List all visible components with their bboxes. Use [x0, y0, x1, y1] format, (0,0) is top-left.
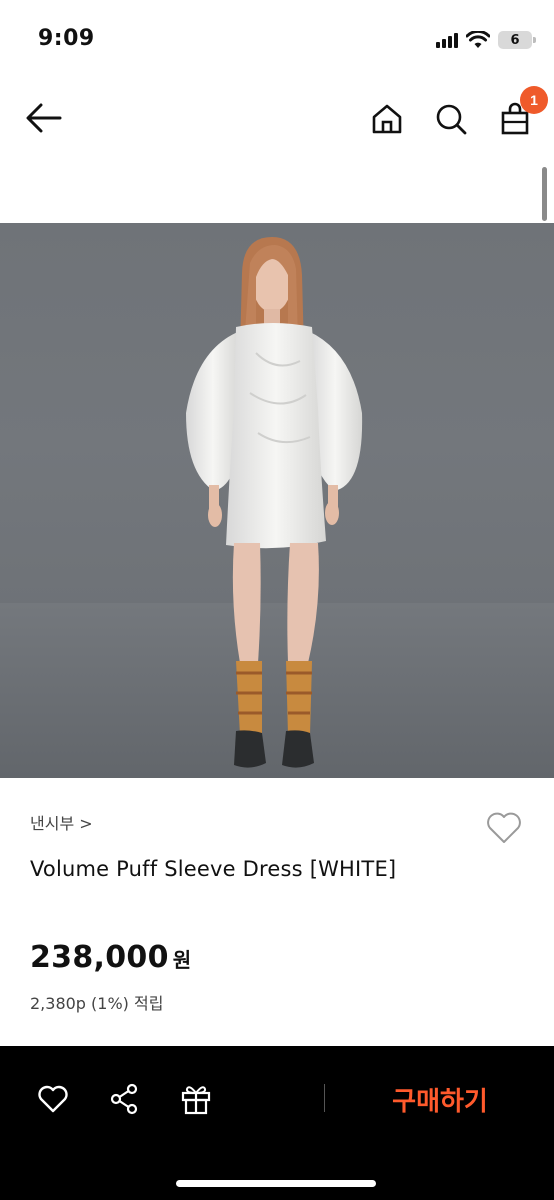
- cart-count-badge: 1: [520, 86, 548, 114]
- bottom-action-bar: 구매하기: [0, 1046, 554, 1200]
- battery-icon: 6: [498, 31, 536, 49]
- product-photo: [0, 237, 554, 778]
- search-icon: [436, 104, 467, 135]
- home-indicator[interactable]: [176, 1180, 376, 1187]
- brand-link[interactable]: 낸시부 >: [30, 810, 93, 834]
- battery-level: 6: [510, 32, 520, 48]
- status-time: 9:09: [38, 26, 95, 51]
- wifi-icon: [466, 31, 490, 48]
- back-button[interactable]: [24, 100, 68, 136]
- product-image[interactable]: [0, 223, 554, 778]
- price-row: 238,000 원: [30, 940, 191, 975]
- divider: [324, 1084, 325, 1112]
- status-icons: 6: [436, 28, 536, 52]
- back-arrow-icon: [26, 103, 62, 133]
- wishlist-heart-button[interactable]: [484, 808, 524, 848]
- product-info: 낸시부 >: [30, 810, 530, 834]
- gift-icon: [181, 1086, 211, 1115]
- navigation-bar: 1: [0, 80, 554, 160]
- heart-icon: [38, 1085, 68, 1113]
- home-button[interactable]: [366, 98, 408, 140]
- product-name: Volume Puff Sleeve Dress [WHITE]: [30, 857, 397, 881]
- like-button[interactable]: [33, 1079, 73, 1119]
- status-bar: 9:09 6: [0, 0, 554, 80]
- product-price: 238,000: [30, 940, 169, 975]
- scrollbar[interactable]: [542, 167, 547, 221]
- heart-outline-icon: [487, 812, 521, 843]
- reward-points: 2,380p (1%) 적립: [30, 994, 164, 1013]
- share-icon: [110, 1083, 138, 1115]
- currency-unit: 원: [172, 948, 192, 972]
- buy-button[interactable]: 구매하기: [340, 1076, 540, 1122]
- gift-button[interactable]: [176, 1079, 216, 1119]
- cart-button[interactable]: 1: [494, 86, 548, 140]
- share-button[interactable]: [104, 1079, 144, 1119]
- home-icon: [372, 104, 402, 134]
- search-button[interactable]: [430, 98, 472, 140]
- cellular-signal-icon: [436, 32, 458, 48]
